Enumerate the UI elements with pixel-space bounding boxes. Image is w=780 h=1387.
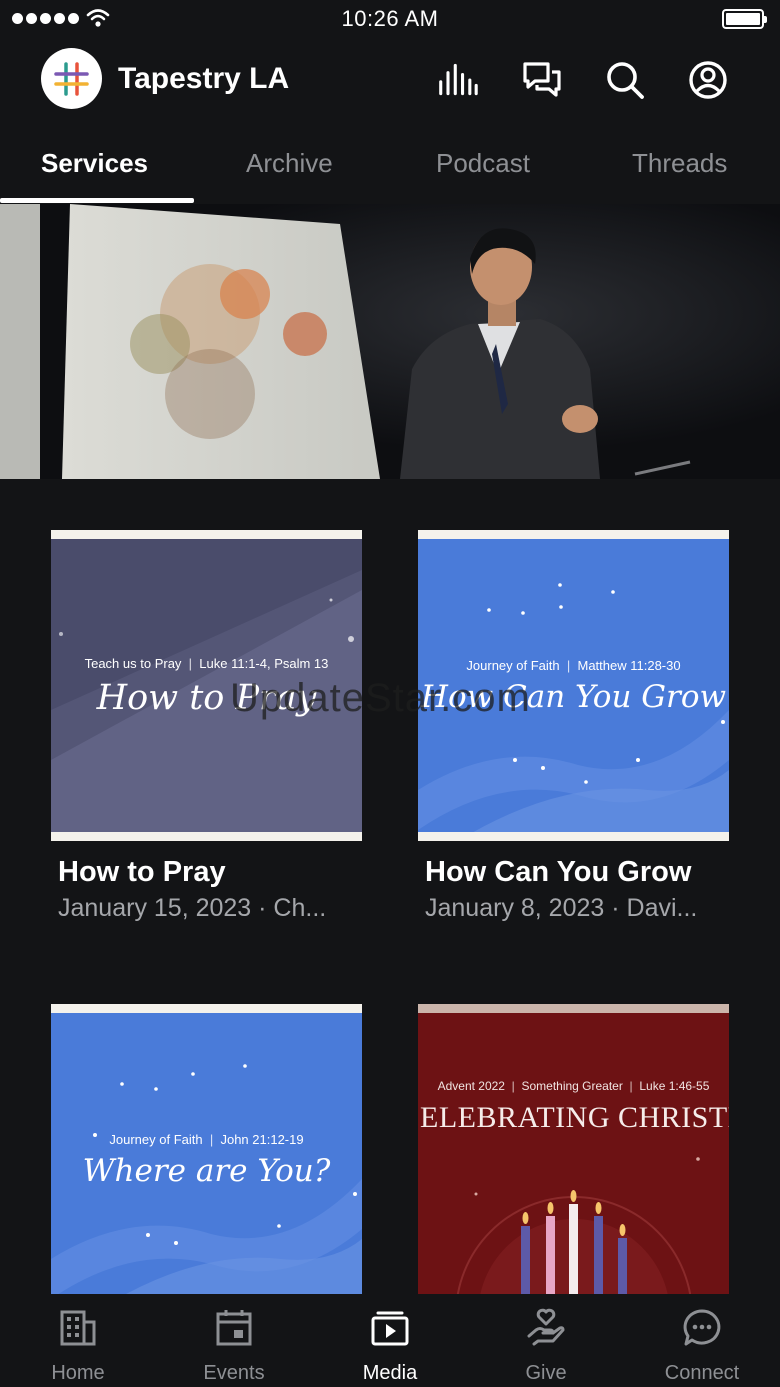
tab-bar: Services Archive Podcast Threads bbox=[0, 130, 780, 204]
hero-banner[interactable] bbox=[0, 204, 780, 479]
sermon-artwork: Advent 2022 | Something Greater | Luke 1… bbox=[418, 1004, 729, 1315]
art-title: How to Pray bbox=[96, 678, 317, 718]
nav-label: Give bbox=[525, 1362, 567, 1384]
nav-connect[interactable]: Connect bbox=[624, 1294, 780, 1387]
sermon-date-speaker: January 8, 2023 · Davi... bbox=[425, 894, 698, 922]
app-title: Tapestry LA bbox=[118, 62, 290, 95]
audio-bars-icon[interactable] bbox=[438, 60, 478, 100]
art-passage: Luke 11:1-4, Psalm 13 bbox=[199, 656, 329, 671]
sermon-artwork: Teach us to Pray | Luke 11:1-4, Psalm 13… bbox=[51, 530, 362, 841]
sermon-artwork: Journey of Faith | John 21:12-19 Where a… bbox=[51, 1004, 362, 1315]
hand-heart-icon bbox=[527, 1308, 565, 1346]
nav-label: Home bbox=[51, 1362, 105, 1384]
battery-icon bbox=[722, 9, 767, 29]
status-time: 10:26 AM bbox=[341, 6, 439, 31]
art-series: Journey of Faith bbox=[466, 658, 560, 673]
calendar-icon bbox=[216, 1310, 252, 1346]
art-title: Where are You? bbox=[82, 1153, 331, 1189]
art-passage: Matthew 11:28-30 bbox=[577, 658, 681, 673]
nav-label: Media bbox=[362, 1362, 418, 1384]
search-icon[interactable] bbox=[605, 60, 645, 100]
status-bar: 10:26 AM bbox=[0, 0, 780, 40]
art-theme: Something Greater bbox=[521, 1079, 623, 1093]
sermon-title: How Can You Grow bbox=[425, 856, 692, 888]
nav-give[interactable]: Give bbox=[468, 1294, 624, 1387]
art-title: How Can You Grow bbox=[420, 679, 727, 715]
sermon-date-speaker: January 15, 2023 · Ch... bbox=[58, 894, 327, 922]
art-series: Advent 2022 bbox=[437, 1079, 505, 1093]
hash-logo-icon[interactable] bbox=[41, 48, 102, 109]
art-passage: Luke 1:46-55 bbox=[639, 1079, 710, 1093]
bottom-nav: Home Events Media Give Connect bbox=[0, 1294, 780, 1387]
tab-active-indicator bbox=[0, 198, 194, 203]
tab-services[interactable]: Services bbox=[41, 148, 148, 179]
chat-bubbles-icon[interactable] bbox=[522, 60, 562, 100]
art-passage: John 21:12-19 bbox=[220, 1132, 304, 1147]
tab-archive[interactable]: Archive bbox=[246, 148, 333, 179]
nav-label: Events bbox=[203, 1362, 265, 1384]
app-header: Tapestry LA bbox=[0, 40, 780, 120]
chat-dots-icon bbox=[683, 1309, 721, 1346]
sermon-artwork: Journey of Faith | Matthew 11:28-30 How … bbox=[418, 530, 729, 841]
tab-threads[interactable]: Threads bbox=[632, 148, 727, 179]
art-series: Journey of Faith bbox=[109, 1132, 203, 1147]
nav-media[interactable]: Media bbox=[312, 1294, 468, 1387]
nav-label: Connect bbox=[664, 1362, 740, 1384]
tab-podcast[interactable]: Podcast bbox=[436, 148, 530, 179]
media-play-icon bbox=[371, 1311, 409, 1346]
nav-home[interactable]: Home bbox=[0, 1294, 156, 1387]
building-icon bbox=[60, 1310, 96, 1346]
account-icon[interactable] bbox=[688, 60, 728, 100]
sermon-title: How to Pray bbox=[58, 856, 226, 888]
nav-events[interactable]: Events bbox=[156, 1294, 312, 1387]
art-series: Teach us to Pray bbox=[84, 656, 182, 671]
art-title: ELEBRATING CHRISTMA bbox=[420, 1101, 729, 1134]
